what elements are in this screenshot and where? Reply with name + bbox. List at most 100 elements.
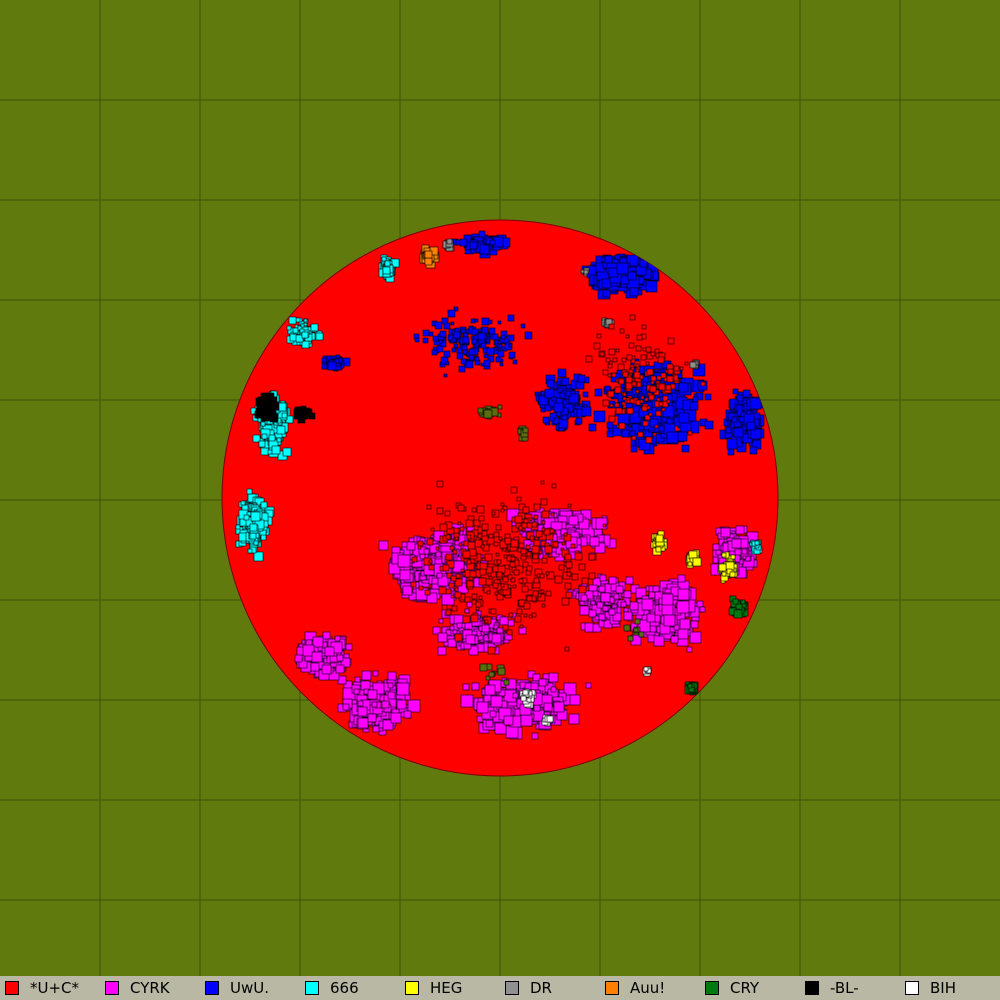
uwu-tile[interactable] bbox=[456, 338, 461, 343]
ucu-tile[interactable] bbox=[448, 582, 455, 589]
uwu-tile[interactable] bbox=[601, 278, 612, 289]
cyrk-tile[interactable] bbox=[465, 634, 476, 645]
ucu-tile[interactable] bbox=[532, 590, 539, 597]
heg-tile[interactable] bbox=[687, 561, 693, 567]
ucu-tile[interactable] bbox=[533, 577, 540, 584]
uwu-tile[interactable] bbox=[454, 327, 460, 333]
cyrk-tile[interactable] bbox=[460, 694, 474, 708]
cyrk-tile[interactable] bbox=[435, 551, 442, 558]
ucu-tile[interactable] bbox=[563, 532, 568, 537]
uwu-tile[interactable] bbox=[577, 374, 586, 383]
cyrk-tile[interactable] bbox=[661, 593, 674, 606]
c666-tile[interactable] bbox=[247, 548, 253, 554]
ucu-tile[interactable] bbox=[622, 371, 629, 378]
uwu-tile[interactable] bbox=[662, 405, 675, 418]
uwu-tile[interactable] bbox=[749, 397, 762, 410]
ucu-tile[interactable] bbox=[641, 324, 647, 330]
cyrk-tile[interactable] bbox=[589, 536, 600, 547]
cyrk-tile[interactable] bbox=[476, 701, 489, 714]
uwu-tile[interactable] bbox=[608, 267, 619, 278]
c666-tile[interactable] bbox=[303, 318, 308, 323]
uwu-tile[interactable] bbox=[507, 334, 515, 342]
uwu-tile[interactable] bbox=[540, 407, 546, 413]
cyrk-tile[interactable] bbox=[334, 635, 341, 642]
cyrk-tile[interactable] bbox=[294, 654, 303, 663]
ucu-tile[interactable] bbox=[453, 527, 460, 534]
uwu-tile[interactable] bbox=[629, 430, 636, 437]
cyrk-tile[interactable] bbox=[568, 713, 580, 725]
bl-tile[interactable] bbox=[258, 402, 265, 409]
ucu-tile[interactable] bbox=[490, 608, 497, 615]
ucu-tile[interactable] bbox=[541, 557, 548, 564]
ucu-tile[interactable] bbox=[544, 545, 553, 554]
ucu-tile[interactable] bbox=[454, 591, 462, 599]
uwu-tile[interactable] bbox=[681, 444, 690, 453]
uwu-tile[interactable] bbox=[474, 356, 480, 362]
cyrk-tile[interactable] bbox=[437, 632, 448, 643]
cyrk-tile[interactable] bbox=[438, 618, 444, 624]
ucu-tile[interactable] bbox=[523, 602, 531, 610]
cyrk-tile[interactable] bbox=[489, 710, 497, 718]
cyrk-tile[interactable] bbox=[677, 588, 690, 601]
uwu-tile[interactable] bbox=[439, 330, 447, 338]
cyrk-tile[interactable] bbox=[677, 574, 686, 583]
cyrk-tile[interactable] bbox=[371, 701, 378, 708]
c666-tile[interactable] bbox=[303, 322, 308, 327]
ucu-tile[interactable] bbox=[411, 556, 418, 563]
ucu-tile[interactable] bbox=[554, 575, 563, 584]
ucu-tile[interactable] bbox=[639, 399, 644, 404]
uwu-tile[interactable] bbox=[746, 421, 756, 431]
ucu-tile[interactable] bbox=[526, 565, 533, 572]
uwu-tile[interactable] bbox=[483, 359, 491, 367]
ucu-tile[interactable] bbox=[466, 534, 472, 540]
ucu-tile[interactable] bbox=[633, 371, 641, 379]
c666-tile[interactable] bbox=[276, 437, 282, 443]
ucu-tile[interactable] bbox=[608, 415, 616, 423]
neutral-tile[interactable] bbox=[477, 407, 484, 414]
ucu-tile[interactable] bbox=[617, 363, 625, 371]
ucu-tile[interactable] bbox=[574, 552, 583, 561]
ucu-tile[interactable] bbox=[532, 553, 539, 560]
cyrk-tile[interactable] bbox=[686, 646, 693, 653]
uwu-tile[interactable] bbox=[546, 379, 555, 388]
uwu-tile[interactable] bbox=[477, 328, 482, 333]
neutral-tile[interactable] bbox=[627, 635, 634, 642]
cyrk-tile[interactable] bbox=[598, 613, 606, 621]
uwu-tile[interactable] bbox=[480, 362, 485, 367]
cyrk-tile[interactable] bbox=[399, 569, 411, 581]
cyrk-tile[interactable] bbox=[378, 540, 389, 551]
ucu-tile[interactable] bbox=[506, 629, 513, 636]
uwu-tile[interactable] bbox=[481, 326, 489, 334]
cyrk-tile[interactable] bbox=[646, 613, 656, 623]
cyrk-tile[interactable] bbox=[580, 594, 588, 602]
c666-tile[interactable] bbox=[754, 540, 760, 546]
cyrk-tile[interactable] bbox=[452, 629, 458, 635]
c666-tile[interactable] bbox=[381, 256, 387, 262]
cyrk-tile[interactable] bbox=[595, 517, 608, 530]
ucu-tile[interactable] bbox=[558, 564, 565, 571]
uwu-tile[interactable] bbox=[738, 416, 745, 423]
uwu-tile[interactable] bbox=[458, 365, 466, 373]
c666-tile[interactable] bbox=[294, 324, 299, 329]
ucu-tile[interactable] bbox=[602, 399, 610, 407]
ucu-tile[interactable] bbox=[533, 539, 541, 547]
uwu-tile[interactable] bbox=[477, 332, 486, 341]
ucu-tile[interactable] bbox=[450, 575, 457, 582]
ucu-tile[interactable] bbox=[533, 514, 539, 520]
uwu-tile[interactable] bbox=[678, 382, 689, 393]
ucu-tile[interactable] bbox=[445, 588, 452, 595]
cyrk-tile[interactable] bbox=[456, 622, 463, 629]
bl-tile[interactable] bbox=[263, 397, 271, 405]
ucu-tile[interactable] bbox=[488, 533, 494, 539]
cyrk-tile[interactable] bbox=[620, 601, 627, 608]
c666-tile[interactable] bbox=[261, 433, 268, 440]
neutral-tile[interactable] bbox=[497, 404, 503, 410]
ucu-tile[interactable] bbox=[537, 593, 542, 598]
uwu-tile[interactable] bbox=[422, 337, 429, 344]
cyrk-tile[interactable] bbox=[436, 572, 443, 579]
ucu-tile[interactable] bbox=[454, 587, 459, 592]
ucu-tile[interactable] bbox=[522, 506, 530, 514]
c666-tile[interactable] bbox=[300, 323, 305, 328]
ucu-tile[interactable] bbox=[625, 382, 633, 390]
heg-tile[interactable] bbox=[721, 552, 727, 558]
